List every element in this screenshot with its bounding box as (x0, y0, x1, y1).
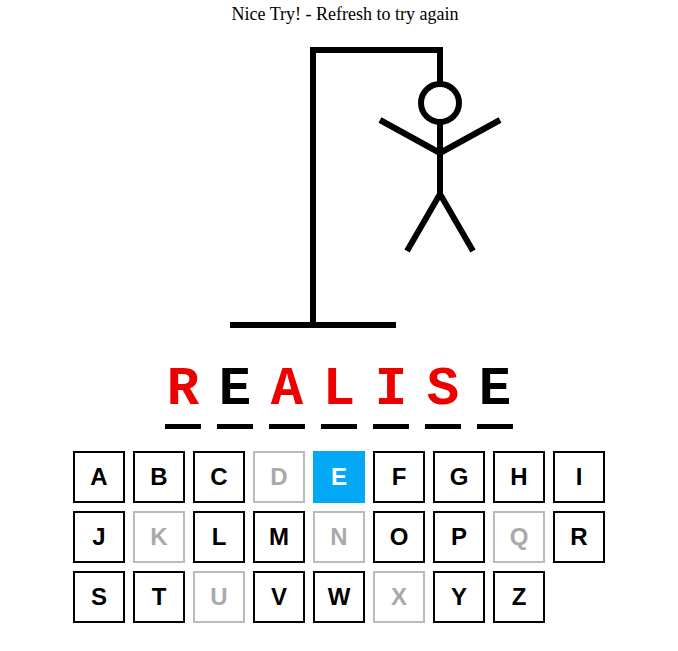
left-arm-icon (380, 120, 440, 153)
letter-key[interactable]: X (373, 571, 425, 623)
letter-key[interactable]: T (133, 571, 185, 623)
letter-key[interactable]: P (433, 511, 485, 563)
letter: I (375, 360, 407, 420)
letter-slot: S (425, 360, 461, 429)
letter-key[interactable]: Y (433, 571, 485, 623)
left-leg-icon (407, 194, 440, 251)
letter: A (271, 360, 303, 420)
letter-key[interactable]: M (253, 511, 305, 563)
word: REALISE (165, 360, 513, 429)
letter-key[interactable]: S (73, 571, 125, 623)
letter-key[interactable]: L (193, 511, 245, 563)
right-leg-icon (440, 194, 473, 251)
body-icon (437, 122, 443, 195)
letter-key[interactable]: A (73, 451, 125, 503)
letter: L (323, 360, 355, 420)
letter-key[interactable]: E (313, 451, 365, 503)
letter-key[interactable]: U (193, 571, 245, 623)
letter-key[interactable]: D (253, 451, 305, 503)
letter-key[interactable]: G (433, 451, 485, 503)
letter-key[interactable]: K (133, 511, 185, 563)
letter-key[interactable]: Q (493, 511, 545, 563)
letter: E (219, 360, 251, 420)
gallows-icon (0, 28, 678, 338)
letter-slot: E (217, 360, 253, 429)
letter-slot: I (373, 360, 409, 429)
letter-key[interactable]: H (493, 451, 545, 503)
letter-key[interactable]: J (73, 511, 125, 563)
letter-key[interactable]: R (553, 511, 605, 563)
status-message: Nice Try! - Refresh to try again (220, 0, 459, 28)
letter-key[interactable]: Z (493, 571, 545, 623)
letter-key[interactable]: V (253, 571, 305, 623)
letter-key[interactable]: N (313, 511, 365, 563)
letter-key[interactable]: C (193, 451, 245, 503)
letter: S (427, 360, 459, 420)
letter-slot: E (477, 360, 513, 429)
letter-key[interactable]: F (373, 451, 425, 503)
letter: E (479, 360, 511, 420)
letter-slot: R (165, 360, 201, 429)
letter: R (167, 360, 199, 420)
head-icon (421, 84, 459, 122)
letter-slot: A (269, 360, 305, 429)
keyboard: ABCDEFGHI JKLMNOPQR STUVWXYZ (73, 451, 605, 623)
right-arm-icon (440, 120, 500, 153)
hangman-game: Nice Try! - Refresh to try againREALISEA… (0, 0, 678, 623)
letter-key[interactable]: O (373, 511, 425, 563)
letter-key[interactable]: B (133, 451, 185, 503)
letter-key[interactable]: I (553, 451, 605, 503)
letter-slot: L (321, 360, 357, 429)
letter-key[interactable]: W (313, 571, 365, 623)
